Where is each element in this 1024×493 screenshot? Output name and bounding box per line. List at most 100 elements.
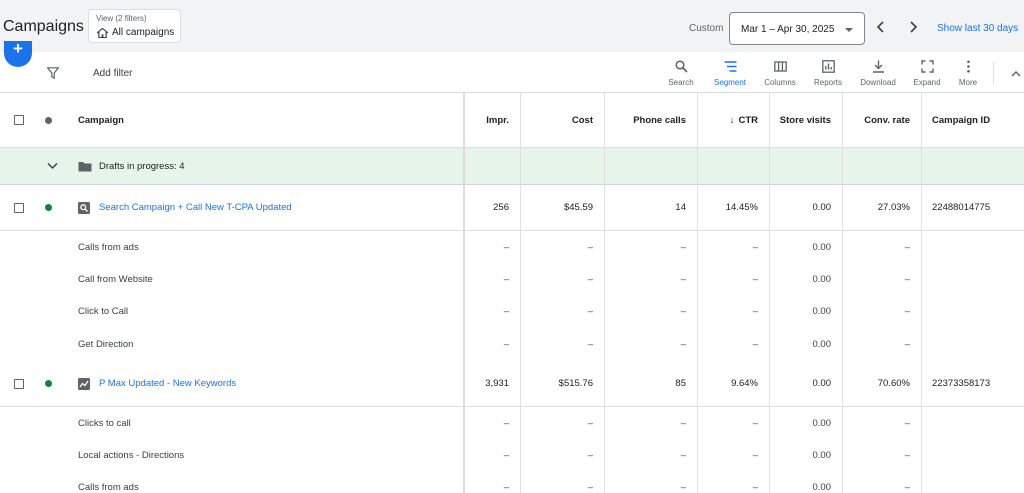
- segment-name: Get Direction: [78, 338, 134, 350]
- cell-cost: $515.76: [558, 378, 593, 389]
- segment-name: Call from Website: [78, 273, 153, 285]
- col-campaign-header[interactable]: Campaign: [78, 93, 458, 147]
- cell-campaign-id: [932, 407, 1020, 439]
- cell-conv-rate: –: [904, 449, 910, 461]
- cell-impr: 3,931: [485, 378, 509, 389]
- segment-row: Clicks to call – – – – 0.00 –: [0, 407, 1024, 439]
- col-cost-header[interactable]: Cost: [521, 93, 593, 147]
- col-conv-rate-header[interactable]: Conv. rate: [843, 93, 910, 147]
- campaign-name-link[interactable]: P Max Updated - New Keywords: [99, 378, 236, 389]
- chevron-down-icon[interactable]: [47, 162, 58, 170]
- select-all-checkbox[interactable]: [14, 115, 24, 125]
- folder-icon: [78, 161, 92, 171]
- show-last-30-days-link[interactable]: Show last 30 days: [937, 23, 1018, 34]
- cell-conv-rate: –: [904, 305, 910, 317]
- search-campaign-icon: [78, 201, 90, 214]
- more-button[interactable]: More: [953, 60, 983, 88]
- row-select-cell: [14, 185, 28, 230]
- page-title: Campaigns: [3, 18, 84, 35]
- cell-conv-rate: –: [904, 481, 910, 493]
- cell-ctr: 14.45%: [725, 202, 758, 213]
- drafts-row[interactable]: Drafts in progress: 4: [0, 148, 1024, 185]
- campaign-row[interactable]: P Max Updated - New Keywords 3,931 $515.76…: [0, 361, 1024, 407]
- download-button[interactable]: Download: [856, 60, 900, 88]
- segment-button[interactable]: Segment: [710, 60, 750, 88]
- add-filter-button[interactable]: Add filter: [93, 68, 132, 79]
- segment-name: Calls from ads: [78, 241, 139, 253]
- status-enabled-dot[interactable]: [45, 380, 52, 387]
- cell-store-visits: 0.00: [812, 449, 832, 461]
- filter-icon[interactable]: [47, 67, 59, 79]
- cell-impr: 256: [493, 202, 509, 213]
- search-label: Search: [668, 78, 694, 87]
- cell-ctr: –: [752, 241, 758, 253]
- row-checkbox[interactable]: [14, 202, 24, 213]
- cell-ctr: –: [752, 305, 758, 317]
- row-checkbox[interactable]: [14, 378, 24, 389]
- reports-label: Reports: [813, 78, 842, 87]
- campaign-name-cell: Calls from ads: [78, 231, 458, 263]
- chevron-right-icon[interactable]: [905, 19, 921, 35]
- cell-impr: –: [503, 481, 509, 493]
- search-button[interactable]: Search: [664, 60, 698, 88]
- plus-icon: +: [13, 41, 23, 58]
- columns-button[interactable]: Columns: [760, 60, 800, 88]
- col-ctr-header[interactable]: ↓ CTR: [698, 93, 758, 147]
- segment-name: Calls from ads: [78, 481, 139, 493]
- campaign-name-link[interactable]: Search Campaign + Call New T-CPA Updated: [99, 202, 292, 213]
- chevron-up-icon[interactable]: [1010, 68, 1022, 80]
- campaign-name-cell: Call from Website: [78, 263, 458, 295]
- cell-impr: –: [503, 417, 509, 429]
- expand-label: Expand: [913, 78, 941, 87]
- view-selector[interactable]: View (2 filters) All campaigns: [88, 9, 181, 43]
- cell-cost: –: [587, 305, 593, 317]
- cell-conv-rate: 70.60%: [877, 378, 910, 389]
- date-range-picker[interactable]: Mar 1 – Apr 30, 2025: [729, 12, 865, 45]
- dropdown-caret-icon: [845, 28, 853, 32]
- campaign-name-cell: Search Campaign + Call New T-CPA Updated: [78, 185, 458, 230]
- cell-store-visits: 0.00: [812, 378, 832, 389]
- column-divider: [697, 93, 698, 493]
- cell-phone-calls: –: [680, 481, 686, 493]
- reports-icon: [821, 60, 835, 73]
- cell-store-visits: 0.00: [812, 241, 832, 253]
- status-enabled-dot[interactable]: [45, 204, 52, 211]
- reports-button[interactable]: Reports: [810, 60, 846, 88]
- campaign-name-cell: Clicks to call: [78, 407, 458, 439]
- segment-row: Get Direction – – – – 0.00 –: [0, 327, 1024, 361]
- cell-cost: –: [587, 338, 593, 350]
- campaign-name-cell: Calls from ads: [78, 471, 458, 493]
- table-toolbar: Add filter Search Segment Columns Report…: [0, 52, 1024, 93]
- cell-cost: –: [587, 273, 593, 285]
- cell-store-visits: 0.00: [812, 305, 832, 317]
- cell-campaign-id: [932, 471, 1020, 493]
- col-store-visits-header[interactable]: Store visits: [770, 93, 831, 147]
- cell-ctr: –: [752, 449, 758, 461]
- cell-conv-rate: –: [904, 273, 910, 285]
- cell-phone-calls: –: [680, 273, 686, 285]
- col-impr-header[interactable]: Impr.: [465, 93, 509, 147]
- home-icon: [97, 28, 108, 38]
- status-dot-header[interactable]: [45, 116, 52, 124]
- chevron-left-icon[interactable]: [873, 19, 889, 35]
- segment-name: Click to Call: [78, 305, 129, 317]
- cell-conv-rate: –: [904, 338, 910, 350]
- segment-icon: [724, 61, 736, 72]
- cell-campaign-id: 22373358173: [932, 378, 991, 389]
- cell-ctr: –: [752, 338, 758, 350]
- expand-drafts-cell: [47, 148, 61, 184]
- cell-conv-rate: 27.03%: [877, 202, 910, 213]
- more-vert-icon: [966, 60, 970, 73]
- columns-label: Columns: [764, 78, 796, 87]
- campaign-row[interactable]: Search Campaign + Call New T-CPA Updated…: [0, 185, 1024, 231]
- col-ctr-label: CTR: [738, 114, 758, 126]
- expand-button[interactable]: Expand: [908, 60, 946, 88]
- col-campaign-id-header[interactable]: Campaign ID: [932, 93, 1020, 147]
- segment-name: Clicks to call: [78, 417, 131, 429]
- col-phone-calls-header[interactable]: Phone calls: [605, 93, 686, 147]
- cell-cost: –: [587, 417, 593, 429]
- drafts-label-cell: Drafts in progress: 4: [78, 148, 458, 184]
- cell-phone-calls: –: [680, 449, 686, 461]
- cell-phone-calls: –: [680, 338, 686, 350]
- cell-campaign-id: 22488014775: [932, 202, 991, 213]
